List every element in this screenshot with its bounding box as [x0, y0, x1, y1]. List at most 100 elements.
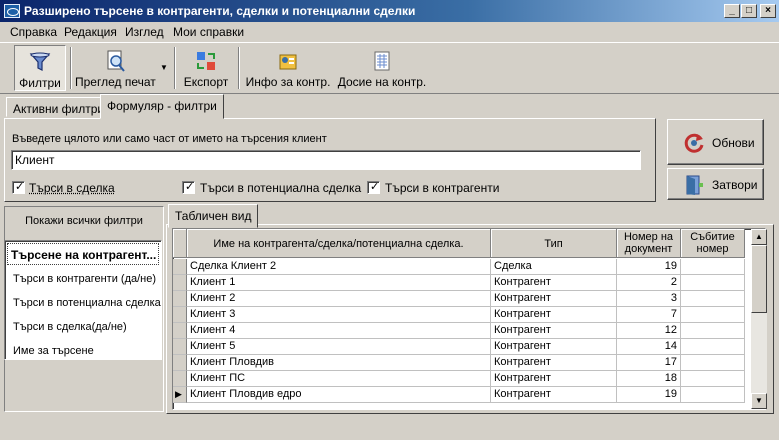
grid-vertical-scrollbar[interactable]: ▲ ▼: [751, 229, 767, 409]
cell-event-number[interactable]: [681, 371, 745, 387]
table-row[interactable]: Клиент 5 Контрагент 14: [173, 339, 745, 355]
cell-document-number[interactable]: 3: [617, 291, 681, 307]
row-indicator[interactable]: [173, 323, 187, 339]
cell-type[interactable]: Контрагент: [491, 355, 617, 371]
checkbox-search-deal[interactable]: ✓: [12, 181, 25, 194]
results-grid: Име на контрагента/сделка/потенциална сд…: [172, 228, 766, 410]
contractor-info-button[interactable]: Инфо за контр.: [244, 45, 332, 91]
scroll-up-button[interactable]: ▲: [751, 229, 767, 245]
cell-name[interactable]: Сделка Клиент 2: [187, 259, 491, 275]
cell-type[interactable]: Контрагент: [491, 291, 617, 307]
cell-type[interactable]: Контрагент: [491, 339, 617, 355]
row-indicator[interactable]: [173, 259, 187, 275]
cell-name[interactable]: Клиент Пловдив: [187, 355, 491, 371]
checkbox-search-potential-deal[interactable]: ✓: [182, 181, 195, 194]
refresh-button[interactable]: Обнови: [667, 119, 764, 165]
filter-item-search-potential-deal[interactable]: Търси в потенциална сделка: [13, 297, 161, 309]
toolbar-separator: [70, 47, 72, 89]
cell-event-number[interactable]: [681, 355, 745, 371]
cell-event-number[interactable]: [681, 339, 745, 355]
menu-item-report[interactable]: Справка: [10, 25, 57, 39]
cell-type[interactable]: Контрагент: [491, 323, 617, 339]
filter-item-search-contractor[interactable]: Търсене на контрагент...: [11, 248, 156, 262]
cell-event-number[interactable]: [681, 275, 745, 291]
print-preview-button[interactable]: Преглед печат: [75, 45, 156, 91]
toolbar-separator: [174, 47, 176, 89]
table-row[interactable]: Сделка Клиент 2 Сделка 19: [173, 259, 745, 275]
column-header-document-number[interactable]: Номер на документ: [617, 229, 681, 258]
cell-document-number[interactable]: 12: [617, 323, 681, 339]
cell-document-number[interactable]: 2: [617, 275, 681, 291]
table-row[interactable]: Клиент 2 Контрагент 3: [173, 291, 745, 307]
cell-document-number[interactable]: 18: [617, 371, 681, 387]
cell-name[interactable]: Клиент 3: [187, 307, 491, 323]
contractor-dossier-button[interactable]: Досие на контр.: [336, 45, 428, 91]
cell-event-number[interactable]: [681, 323, 745, 339]
cell-name[interactable]: Клиент ПС: [187, 371, 491, 387]
cell-type[interactable]: Контрагент: [491, 371, 617, 387]
cell-event-number[interactable]: [681, 259, 745, 275]
contractor-info-icon: [279, 54, 297, 70]
refresh-icon: [684, 133, 704, 153]
cell-type[interactable]: Контрагент: [491, 307, 617, 323]
filter-item-search-name[interactable]: Име за търсене: [13, 345, 94, 357]
show-all-filters-button[interactable]: Покажи всички филтри: [4, 215, 164, 227]
tab-active-filters[interactable]: Активни филтри: [6, 97, 112, 117]
cell-type[interactable]: Контрагент: [491, 387, 617, 403]
cell-name[interactable]: Клиент 2: [187, 291, 491, 307]
cell-document-number[interactable]: 17: [617, 355, 681, 371]
toolbar-separator: [238, 47, 240, 89]
export-button[interactable]: Експорт: [180, 45, 232, 91]
column-header-event-number[interactable]: Събитие номер: [681, 229, 745, 258]
filter-item-search-deal[interactable]: Търси в сделка(да/не): [13, 321, 127, 333]
filter-form-panel: Въведете цялото или само част от името н…: [4, 118, 656, 202]
cell-event-number[interactable]: [681, 291, 745, 307]
checkbox-search-contractors[interactable]: ✓: [367, 181, 380, 194]
table-row[interactable]: Клиент 1 Контрагент 2: [173, 275, 745, 291]
table-row[interactable]: ▶ Клиент Пловдив едро Контрагент 19: [173, 387, 745, 403]
table-row[interactable]: Клиент 3 Контрагент 7: [173, 307, 745, 323]
filters-button[interactable]: Филтри: [14, 45, 66, 91]
maximize-button[interactable]: □: [741, 4, 757, 18]
print-preview-dropdown-icon[interactable]: ▼: [160, 63, 168, 72]
row-indicator[interactable]: [173, 291, 187, 307]
close-window-button[interactable]: ×: [760, 4, 776, 18]
tab-filter-form[interactable]: Формуляр - филтри: [100, 94, 224, 119]
cell-name[interactable]: Клиент 5: [187, 339, 491, 355]
menu-item-edit[interactable]: Редакция: [64, 25, 117, 39]
column-header-type[interactable]: Тип: [491, 229, 617, 258]
client-search-input[interactable]: Клиент: [11, 150, 641, 170]
cell-name[interactable]: Клиент 1: [187, 275, 491, 291]
cell-name[interactable]: Клиент Пловдив едро: [187, 387, 491, 403]
cell-event-number[interactable]: [681, 387, 745, 403]
row-indicator[interactable]: [173, 371, 187, 387]
export-icon: [197, 52, 215, 70]
scroll-down-button[interactable]: ▼: [751, 393, 767, 409]
cell-document-number[interactable]: 14: [617, 339, 681, 355]
row-indicator[interactable]: [173, 339, 187, 355]
cell-type[interactable]: Контрагент: [491, 275, 617, 291]
row-indicator[interactable]: [173, 275, 187, 291]
cell-document-number[interactable]: 7: [617, 307, 681, 323]
cell-event-number[interactable]: [681, 307, 745, 323]
row-indicator[interactable]: [173, 307, 187, 323]
cell-type[interactable]: Сделка: [491, 259, 617, 275]
app-icon: [4, 4, 20, 18]
cell-document-number[interactable]: 19: [617, 259, 681, 275]
filter-item-search-contractors[interactable]: Търси в контрагенти (да/не): [13, 273, 156, 285]
table-row[interactable]: Клиент 4 Контрагент 12: [173, 323, 745, 339]
tab-table-view[interactable]: Табличен вид: [168, 204, 259, 228]
column-header-name[interactable]: Име на контрагента/сделка/потенциална сд…: [187, 229, 491, 258]
close-button[interactable]: Затвори: [667, 168, 764, 200]
table-row[interactable]: Клиент Пловдив Контрагент 17: [173, 355, 745, 371]
cell-document-number[interactable]: 19: [617, 387, 681, 403]
menu-bar: Справка Редакция Изглед Мои справки: [0, 22, 779, 42]
row-indicator[interactable]: [173, 355, 187, 371]
minimize-button[interactable]: _: [724, 4, 740, 18]
menu-item-my-reports[interactable]: Мои справки: [173, 25, 244, 39]
row-indicator[interactable]: ▶: [173, 387, 187, 403]
scroll-thumb[interactable]: [751, 245, 767, 313]
table-row[interactable]: Клиент ПС Контрагент 18: [173, 371, 745, 387]
menu-item-view[interactable]: Изглед: [125, 25, 164, 39]
cell-name[interactable]: Клиент 4: [187, 323, 491, 339]
